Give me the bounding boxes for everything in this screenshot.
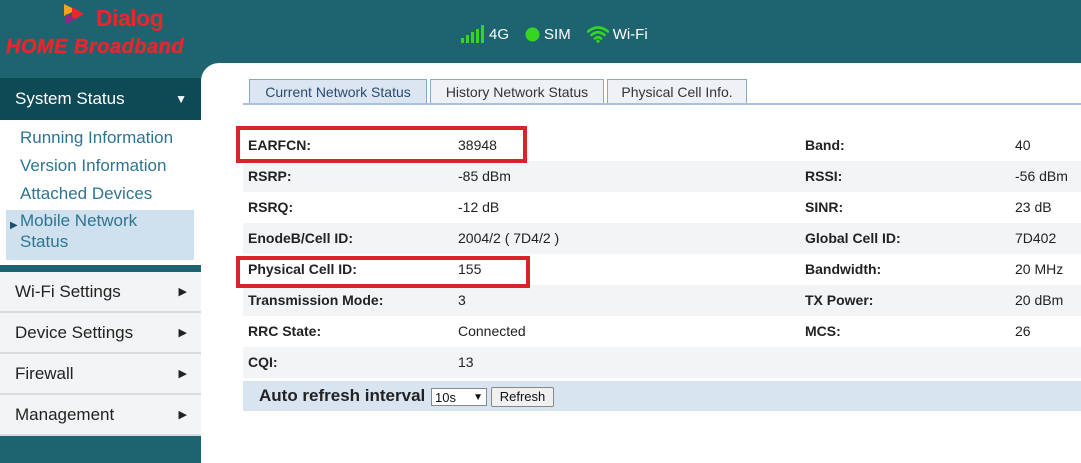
row-value-2: 23 dB xyxy=(1015,199,1052,215)
row-value: Connected xyxy=(458,323,526,339)
row-value: 2004/2 ( 7D4/2 ) xyxy=(458,230,560,246)
row-label: RRC State: xyxy=(248,323,322,339)
table-row: RSRP: -85 dBm RSSI: -56 dBm xyxy=(243,161,1081,192)
sidebar-item-wifi-settings[interactable]: Wi-Fi Settings ▶ xyxy=(0,272,201,313)
row-label-2: Band: xyxy=(805,137,845,153)
row-label-2: TX Power: xyxy=(805,292,874,308)
submenu-item-running-information[interactable]: Running Information xyxy=(6,127,194,148)
triangle-right-icon: ▶ xyxy=(178,409,187,421)
physical-cell-id-highlight-box xyxy=(236,256,530,288)
system-status-submenu: Running Information Version Information … xyxy=(0,120,201,265)
tab-current-network-status[interactable]: Current Network Status xyxy=(249,79,427,103)
row-label: RSRP: xyxy=(248,168,292,184)
brand-name: Dialog xyxy=(96,5,164,31)
table-row: EnodeB/Cell ID: 2004/2 ( 7D4/2 ) Global … xyxy=(243,223,1081,254)
sidebar-item-label: Firewall xyxy=(15,363,74,383)
triangle-right-icon: ▶ xyxy=(10,220,18,231)
wifi-label: Wi-Fi xyxy=(612,25,648,43)
tab-history-network-status[interactable]: History Network Status xyxy=(430,79,604,103)
triangle-right-icon: ▶ xyxy=(178,368,187,380)
row-value-2: -56 dBm xyxy=(1015,168,1068,184)
sidebar: System Status ▼ Running Information Vers… xyxy=(0,78,201,443)
sidebar-item-label: Device Settings xyxy=(15,322,134,342)
row-label-2: SINR: xyxy=(805,199,844,215)
sidebar-item-device-settings[interactable]: Device Settings ▶ xyxy=(0,313,201,354)
dialog-logo-mark-icon xyxy=(64,4,84,24)
submenu-item-mobile-network-status[interactable]: ▶ Mobile Network Status xyxy=(6,210,194,260)
row-value: -85 dBm xyxy=(458,168,511,184)
refresh-button[interactable]: Refresh xyxy=(491,387,554,407)
row-value-2: 20 MHz xyxy=(1015,261,1064,277)
row-label: RSRQ: xyxy=(248,199,294,215)
row-label-2: Global Cell ID: xyxy=(805,230,901,246)
submenu-item-label: Running Information xyxy=(20,128,174,147)
row-value-2: 40 xyxy=(1015,137,1031,153)
dialog-logo: Dialog HOME Broadband xyxy=(6,2,226,62)
sim-indicator: SIM xyxy=(525,26,571,43)
brand-product: HOME Broadband xyxy=(6,36,185,58)
submenu-item-attached-devices[interactable]: Attached Devices xyxy=(6,183,194,204)
submenu-item-label: Version Information xyxy=(20,156,167,175)
wifi-icon xyxy=(586,25,609,43)
row-label-2: Bandwidth: xyxy=(805,261,882,277)
triangle-right-icon: ▶ xyxy=(178,286,187,298)
row-label: Transmission Mode: xyxy=(248,292,384,308)
wifi-indicator: Wi-Fi xyxy=(586,25,648,43)
row-value: 13 xyxy=(458,354,474,370)
row-value-2: 7D402 xyxy=(1015,230,1057,246)
earfcn-highlight-box xyxy=(236,126,527,163)
row-label-2: RSSI: xyxy=(805,168,843,184)
submenu-item-label: Attached Devices xyxy=(20,184,153,203)
sidebar-divider xyxy=(0,265,201,271)
triangle-down-icon: ▼ xyxy=(175,92,187,106)
row-label-2: MCS: xyxy=(805,323,841,339)
row-value: -12 dB xyxy=(458,199,500,215)
sidebar-item-label: Management xyxy=(15,404,115,424)
refresh-interval-select[interactable]: 10s ▼ xyxy=(431,388,487,406)
submenu-item-version-information[interactable]: Version Information xyxy=(6,155,194,176)
network-type-label: 4G xyxy=(489,25,510,43)
chevron-down-icon: ▼ xyxy=(473,392,483,403)
row-label: EnodeB/Cell ID: xyxy=(248,230,354,246)
sidebar-item-system-status[interactable]: System Status ▼ xyxy=(0,78,201,120)
signal-bars-icon xyxy=(461,25,484,43)
submenu-item-label-line1: Mobile Network xyxy=(20,211,138,230)
tab-physical-cell-info[interactable]: Physical Cell Info. xyxy=(607,79,747,103)
sidebar-item-label: System Status xyxy=(15,89,125,108)
row-value: 3 xyxy=(458,292,466,308)
sidebar-item-management[interactable]: Management ▶ xyxy=(0,395,201,436)
submenu-item-label-line2: Status xyxy=(20,232,69,251)
triangle-right-icon: ▶ xyxy=(178,327,187,339)
sidebar-item-label: Wi-Fi Settings xyxy=(15,281,121,301)
network-indicator: 4G xyxy=(461,25,509,43)
status-indicators: 4G SIM Wi-Fi xyxy=(461,22,664,46)
row-value-2: 26 xyxy=(1015,323,1031,339)
auto-refresh-label: Auto refresh interval xyxy=(259,386,426,405)
refresh-interval-value: 10s xyxy=(435,390,456,405)
table-row: RSRQ: -12 dB SINR: 23 dB xyxy=(243,192,1081,223)
table-row: RRC State: Connected MCS: 26 xyxy=(243,316,1081,347)
table-row: Transmission Mode: 3 TX Power: 20 dBm xyxy=(243,285,1081,316)
auto-refresh-bar: Auto refresh interval 10s ▼ Refresh xyxy=(243,381,1081,411)
row-value-2: 20 dBm xyxy=(1015,292,1064,308)
table-row: CQI: 13 xyxy=(243,347,1081,378)
tab-underline xyxy=(243,103,1081,105)
sim-status-dot-icon xyxy=(525,27,540,41)
row-label: CQI: xyxy=(248,354,278,370)
sidebar-item-firewall[interactable]: Firewall ▶ xyxy=(0,354,201,395)
sim-label: SIM xyxy=(544,25,571,43)
